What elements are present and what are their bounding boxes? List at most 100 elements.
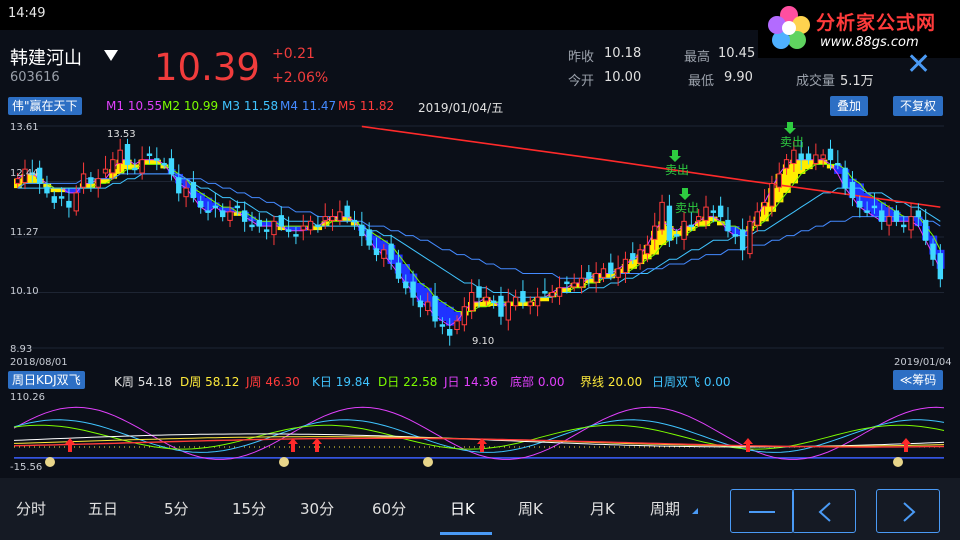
indicator-button[interactable]: 周日KDJ双飞 (8, 371, 85, 389)
tab-5min[interactable]: 5分 (164, 498, 189, 519)
candle-body (732, 234, 738, 237)
candle-body (139, 159, 145, 174)
high-label: 最高 (684, 50, 711, 65)
kdj-chart[interactable]: 110.26 -15.56 (0, 390, 960, 476)
buy-arrow-icon (312, 438, 322, 452)
candle-body (908, 216, 914, 231)
ma2-legend: M2 10.99 (162, 99, 219, 113)
candle-body (835, 162, 841, 166)
min-price-label: 9.10 (472, 336, 494, 347)
stock-name[interactable]: 韩建河山 (10, 44, 82, 70)
candle-body (564, 281, 570, 285)
candle-body (608, 262, 614, 275)
prev-button[interactable] (792, 489, 856, 533)
candle-body (520, 291, 526, 303)
candle-body (498, 295, 504, 317)
kdj-y-min: -15.56 (10, 462, 42, 473)
price-adjust-button[interactable]: 不复权 (893, 96, 943, 116)
candle-body (432, 295, 438, 322)
candle-body (747, 220, 753, 255)
candle-body (556, 287, 563, 297)
chevron-right-icon (903, 502, 916, 522)
candle-body (644, 244, 651, 255)
candle-body (263, 229, 270, 232)
tab-five-day[interactable]: 五日 (88, 498, 118, 519)
candle-body (359, 224, 365, 237)
candle-body (798, 153, 804, 161)
candle-body (593, 273, 599, 283)
ma3-legend: M3 11.58 (222, 99, 279, 113)
ma-line-m3 (17, 173, 941, 298)
tab-period[interactable]: 周期 (650, 498, 680, 519)
candle-body (476, 286, 482, 298)
candle-body (161, 162, 167, 166)
next-button[interactable] (876, 489, 940, 533)
candle-body (512, 296, 519, 307)
dropdown-triangle-icon[interactable] (104, 50, 118, 61)
candle-body (425, 301, 431, 312)
open-label: 今开 (568, 74, 595, 89)
candle-body (447, 329, 453, 336)
indicator-style-button[interactable]: 伟"赢在天下 (8, 97, 82, 115)
low-label: 最低 (688, 74, 715, 89)
overlay-button[interactable]: 叠加 (830, 96, 868, 116)
candle-body (652, 225, 658, 240)
boundary-legend: 界线 20.00 (580, 375, 643, 389)
x-start-label: 2018/08/01 (10, 357, 68, 368)
tab-monthly-k[interactable]: 月K (590, 498, 615, 519)
tab-daily-k[interactable]: 日K (450, 498, 475, 519)
candle-body (329, 216, 336, 221)
candlestick-chart[interactable]: 13.539.10卖出卖出卖出 13.61 12.44 11.27 10.10 … (0, 118, 960, 370)
y-tick-label: 11.27 (10, 227, 39, 238)
tab-60min[interactable]: 60分 (372, 498, 406, 519)
candle-body (315, 224, 321, 228)
candle-body (132, 167, 138, 171)
candle-body (256, 219, 263, 227)
candle-body (791, 149, 797, 164)
candle-body (886, 216, 892, 226)
candle-body (285, 229, 292, 232)
tab-intraday[interactable]: 分时 (16, 498, 46, 519)
candle-body (681, 220, 687, 240)
candle-body (461, 306, 468, 326)
candle-body (578, 277, 585, 288)
tab-weekly-k[interactable]: 周K (518, 498, 543, 519)
candle-body (110, 159, 116, 174)
candle-body (300, 225, 306, 231)
candle-body (849, 181, 856, 199)
candle-body (337, 211, 343, 221)
candle-body (717, 205, 724, 218)
candle-body (381, 249, 387, 259)
bottom-legend: 底部 0.00 (510, 375, 565, 389)
candle-body (776, 173, 782, 188)
candle-body (117, 149, 123, 164)
sell-signal-label: 卖出 (675, 201, 699, 215)
stock-code: 603616 (10, 70, 60, 85)
candle-body (410, 281, 416, 298)
candle-body (293, 234, 299, 237)
tab-15min[interactable]: 15分 (232, 498, 266, 519)
candle-body (622, 258, 629, 274)
double-fly-legend: 日周双飞 0.00 (652, 375, 731, 389)
chip-button[interactable]: ≪筹码 (893, 370, 943, 390)
low-value: 9.90 (724, 70, 753, 85)
candle-body (754, 211, 760, 226)
close-icon[interactable]: ✕ (906, 50, 931, 80)
kdj-lines (13, 406, 945, 460)
candle-body (586, 272, 592, 279)
minus-icon (749, 511, 775, 513)
tab-30min[interactable]: 30分 (300, 498, 334, 519)
prev-close-value: 10.18 (604, 46, 642, 61)
volume-label: 成交量 (796, 74, 836, 89)
zoom-out-button[interactable] (730, 489, 794, 533)
logo-url: www.88gs.com (820, 35, 919, 50)
candle-body (58, 196, 65, 199)
candle-body (769, 182, 775, 207)
candle-body (688, 224, 695, 228)
candle-body (278, 215, 284, 227)
y-tick-label: 8.93 (10, 344, 32, 355)
candle-body (146, 153, 153, 156)
candle-body (842, 167, 848, 189)
prev-close-label: 昨收 (568, 50, 595, 65)
open-value: 10.00 (604, 70, 642, 85)
